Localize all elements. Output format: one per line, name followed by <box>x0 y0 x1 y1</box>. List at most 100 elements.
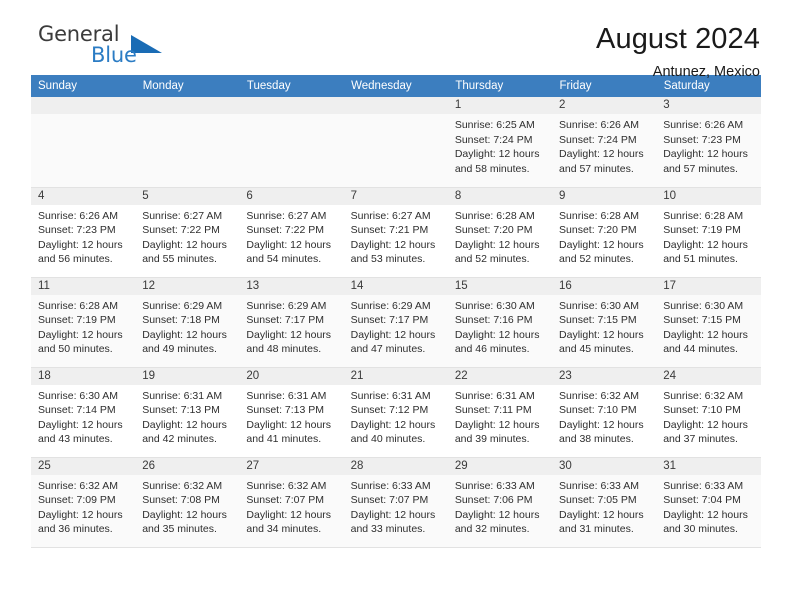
daylight-text-line2: and 33 minutes. <box>350 523 426 536</box>
calendar-day-cell[interactable]: 27 Sunrise: 6:32 AM Sunset: 7:07 PM Dayligh… <box>239 457 344 548</box>
day-number: 10 <box>656 187 761 205</box>
calendar-day-cell[interactable]: 23 Sunrise: 6:32 AM Sunset: 7:10 PM Dayligh… <box>552 367 657 458</box>
sunrise-text: Sunrise: 6:32 AM <box>142 479 223 492</box>
calendar-day-cell[interactable]: 10 Sunrise: 6:28 AM Sunset: 7:19 PM Dayligh… <box>656 187 761 278</box>
daylight-text-line2: and 56 minutes. <box>38 253 113 266</box>
sunset-text: Sunset: 7:05 PM <box>559 494 637 507</box>
daylight-text-line2: and 38 minutes. <box>559 433 634 446</box>
daylight-text-line1: Daylight: 12 hours <box>663 328 748 341</box>
day-details: Sunrise: 6:27 AM Sunset: 7:22 PM Daylight:… <box>239 205 343 267</box>
day-details: Sunrise: 6:31 AM Sunset: 7:11 PM Daylight:… <box>448 385 552 447</box>
day-details: Sunrise: 6:33 AM Sunset: 7:06 PM Daylight:… <box>448 475 552 537</box>
sunrise-text: Sunrise: 6:28 AM <box>559 209 639 222</box>
weekday-header-wednesday: Wednesday <box>343 75 449 97</box>
calendar-day-cell[interactable]: 5 Sunrise: 6:27 AM Sunset: 7:22 PM Daylight… <box>135 187 240 278</box>
day-details: Sunrise: 6:28 AM Sunset: 7:20 PM Daylight:… <box>448 205 552 267</box>
sunset-text: Sunset: 7:22 PM <box>246 224 325 237</box>
weekday-header-monday: Monday <box>135 75 240 97</box>
daylight-text-line2: and 46 minutes. <box>454 343 530 356</box>
calendar-day-cell[interactable]: 15 Sunrise: 6:30 AM Sunset: 7:16 PM Dayligh… <box>447 277 553 368</box>
calendar-day-cell[interactable]: 17 Sunrise: 6:30 AM Sunset: 7:15 PM Dayligh… <box>656 277 761 368</box>
daylight-text-line2: and 53 minutes. <box>350 253 426 266</box>
sunset-text: Sunset: 7:11 PM <box>454 404 532 417</box>
calendar-day-cell[interactable]: 29 Sunrise: 6:33 AM Sunset: 7:06 PM Dayligh… <box>447 457 553 548</box>
day-number: 16 <box>552 277 657 295</box>
sunrise-text: Sunrise: 6:29 AM <box>246 299 327 312</box>
day-details: Sunrise: 6:32 AM Sunset: 7:08 PM Daylight:… <box>135 475 239 537</box>
calendar-day-cell[interactable]: 19 Sunrise: 6:31 AM Sunset: 7:13 PM Dayligh… <box>135 367 240 458</box>
calendar-day-cell[interactable]: 11 Sunrise: 6:28 AM Sunset: 7:19 PM Dayligh… <box>31 277 136 368</box>
day-number: 6 <box>239 187 344 205</box>
page-subtitle: Antunez, Mexico <box>652 64 760 80</box>
sunrise-text: Sunrise: 6:31 AM <box>454 389 535 402</box>
sunrise-text: Sunrise: 6:33 AM <box>350 479 431 492</box>
calendar-cell-empty <box>31 97 136 188</box>
calendar-day-cell[interactable]: 21 Sunrise: 6:31 AM Sunset: 7:12 PM Dayligh… <box>343 367 448 458</box>
daylight-text-line2: and 42 minutes. <box>142 433 217 446</box>
daylight-text-line2: and 51 minutes. <box>663 253 738 266</box>
calendar-day-cell[interactable]: 8 Sunrise: 6:28 AM Sunset: 7:20 PM Daylight… <box>447 187 553 278</box>
daylight-text-line2: and 34 minutes. <box>246 523 322 536</box>
calendar-day-cell[interactable]: 14 Sunrise: 6:29 AM Sunset: 7:17 PM Dayligh… <box>343 277 448 368</box>
day-number: 9 <box>552 187 657 205</box>
logo-generalblue[interactable]: General Blue <box>31 22 211 74</box>
calendar-day-cell[interactable]: 20 Sunrise: 6:31 AM Sunset: 7:13 PM Dayligh… <box>239 367 344 458</box>
calendar-day-cell[interactable]: 6 Sunrise: 6:27 AM Sunset: 7:22 PM Daylight… <box>239 187 344 278</box>
calendar-day-cell[interactable]: 16 Sunrise: 6:30 AM Sunset: 7:15 PM Dayligh… <box>552 277 657 368</box>
sunrise-text: Sunrise: 6:27 AM <box>350 209 431 222</box>
day-number: 18 <box>31 367 136 385</box>
day-number: 13 <box>239 277 344 295</box>
logo-text-blue: Blue <box>91 43 137 67</box>
calendar-day-cell[interactable]: 26 Sunrise: 6:32 AM Sunset: 7:08 PM Dayligh… <box>135 457 240 548</box>
sunrise-text: Sunrise: 6:33 AM <box>454 479 535 492</box>
weekday-header-sunday: Sunday <box>31 75 136 97</box>
daylight-text-line1: Daylight: 12 hours <box>142 508 227 521</box>
weekday-header-thursday: Thursday <box>447 75 553 97</box>
calendar-day-cell[interactable]: 12 Sunrise: 6:29 AM Sunset: 7:18 PM Dayligh… <box>135 277 240 368</box>
day-details: Sunrise: 6:33 AM Sunset: 7:07 PM Daylight:… <box>344 475 448 537</box>
daylight-text-line2: and 50 minutes. <box>38 343 113 356</box>
daylight-text-line2: and 49 minutes. <box>142 343 217 356</box>
calendar-day-cell[interactable]: 30 Sunrise: 6:33 AM Sunset: 7:05 PM Dayligh… <box>552 457 657 548</box>
daylight-text-line1: Daylight: 12 hours <box>454 328 540 341</box>
calendar-day-cell[interactable]: 31 Sunrise: 6:33 AM Sunset: 7:04 PM Dayligh… <box>656 457 761 548</box>
calendar-week-row: 1 Sunrise: 6:25 AM Sunset: 7:24 PM Daylight… <box>31 97 761 188</box>
calendar-day-cell[interactable]: 2 Sunrise: 6:26 AM Sunset: 7:24 PM Daylight… <box>552 97 657 188</box>
calendar-page: General Blue August 2024 Antunez, Mexico… <box>0 0 792 612</box>
day-number: 22 <box>447 367 553 385</box>
calendar-day-cell[interactable]: 3 Sunrise: 6:26 AM Sunset: 7:23 PM Daylight… <box>656 97 761 188</box>
sunset-text: Sunset: 7:17 PM <box>350 314 429 327</box>
sunrise-text: Sunrise: 6:31 AM <box>246 389 327 402</box>
daylight-text-line2: and 43 minutes. <box>38 433 113 446</box>
sunset-text: Sunset: 7:24 PM <box>559 133 637 146</box>
calendar-day-cell[interactable]: 13 Sunrise: 6:29 AM Sunset: 7:17 PM Dayligh… <box>239 277 344 368</box>
daylight-text-line1: Daylight: 12 hours <box>38 238 123 251</box>
day-details: Sunrise: 6:29 AM Sunset: 7:17 PM Daylight:… <box>239 295 343 357</box>
daylight-text-line2: and 57 minutes. <box>663 162 738 175</box>
calendar-day-cell[interactable]: 1 Sunrise: 6:25 AM Sunset: 7:24 PM Daylight… <box>447 97 553 188</box>
daylight-text-line1: Daylight: 12 hours <box>454 418 540 431</box>
daylight-text-line1: Daylight: 12 hours <box>38 508 123 521</box>
day-number: 2 <box>552 97 657 114</box>
day-details: Sunrise: 6:26 AM Sunset: 7:23 PM Daylight:… <box>31 205 135 267</box>
sunrise-text: Sunrise: 6:30 AM <box>454 299 535 312</box>
daylight-text-line1: Daylight: 12 hours <box>350 328 436 341</box>
calendar-day-cell[interactable]: 22 Sunrise: 6:31 AM Sunset: 7:11 PM Dayligh… <box>447 367 553 458</box>
day-number: 8 <box>447 187 553 205</box>
sunrise-text: Sunrise: 6:28 AM <box>663 209 744 222</box>
calendar-day-cell[interactable]: 7 Sunrise: 6:27 AM Sunset: 7:21 PM Daylight… <box>343 187 448 278</box>
calendar-day-cell[interactable]: 4 Sunrise: 6:26 AM Sunset: 7:23 PM Daylight… <box>31 187 136 278</box>
calendar-day-cell[interactable]: 9 Sunrise: 6:28 AM Sunset: 7:20 PM Daylight… <box>552 187 657 278</box>
calendar-day-cell[interactable]: 24 Sunrise: 6:32 AM Sunset: 7:10 PM Dayligh… <box>656 367 761 458</box>
day-details: Sunrise: 6:31 AM Sunset: 7:12 PM Daylight:… <box>344 385 448 447</box>
daylight-text-line1: Daylight: 12 hours <box>454 238 540 251</box>
sunrise-text: Sunrise: 6:29 AM <box>142 299 223 312</box>
calendar-day-cell[interactable]: 28 Sunrise: 6:33 AM Sunset: 7:07 PM Dayligh… <box>343 457 448 548</box>
daylight-text-line1: Daylight: 12 hours <box>559 148 644 161</box>
sunrise-text: Sunrise: 6:32 AM <box>559 389 639 402</box>
day-number: 28 <box>343 457 448 475</box>
day-number: 30 <box>552 457 657 475</box>
weekday-header-tuesday: Tuesday <box>239 75 345 97</box>
calendar-day-cell[interactable]: 18 Sunrise: 6:30 AM Sunset: 7:14 PM Dayligh… <box>31 367 136 458</box>
calendar-day-cell[interactable]: 25 Sunrise: 6:32 AM Sunset: 7:09 PM Dayligh… <box>31 457 136 548</box>
